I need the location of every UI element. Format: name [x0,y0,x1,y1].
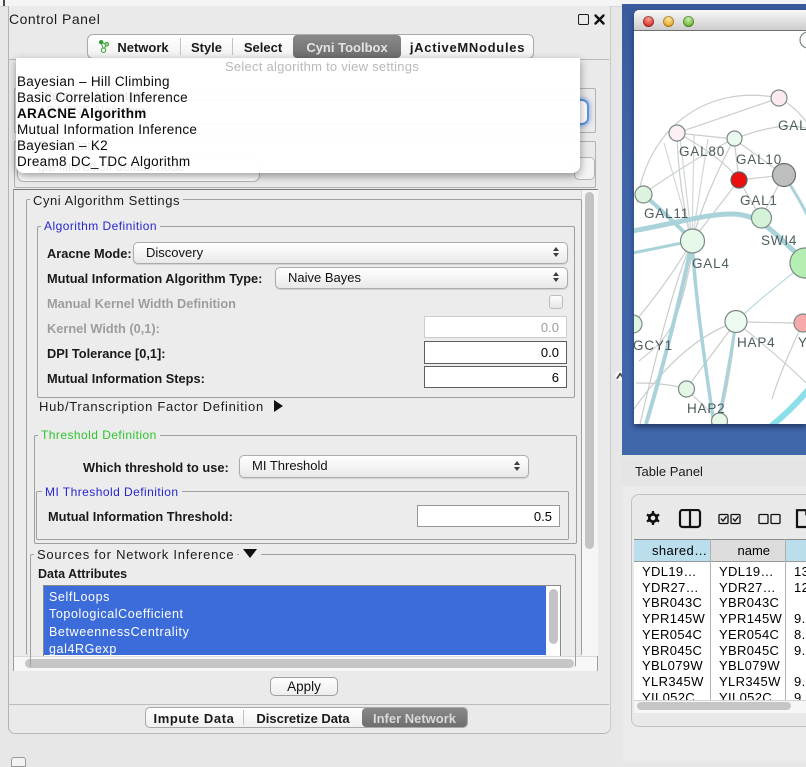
svg-text:GAL80: GAL80 [679,144,725,159]
svg-text:HAP4: HAP4 [737,335,775,350]
svg-text:GAL4: GAL4 [692,256,730,271]
svg-text:GAL10: GAL10 [736,152,782,167]
svg-text:Y: Y [798,335,806,350]
svg-text:SWI4: SWI4 [761,233,797,248]
svg-text:GAL7: GAL7 [778,118,806,133]
svg-text:GCY1: GCY1 [634,338,673,353]
svg-text:GAL11: GAL11 [644,206,689,221]
svg-text:GAL1: GAL1 [740,193,778,208]
svg-text:HAP2: HAP2 [687,401,725,416]
